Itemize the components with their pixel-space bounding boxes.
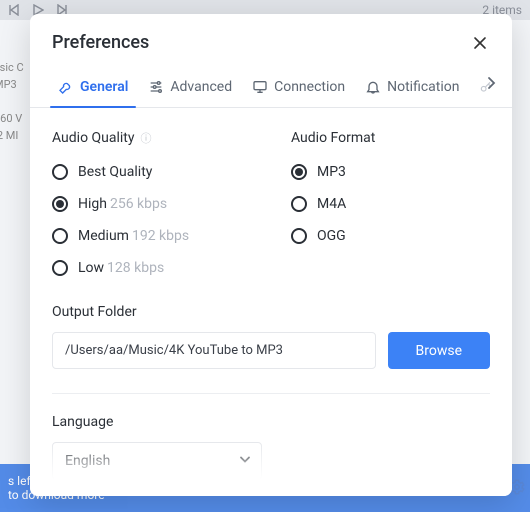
- tab-label: General: [80, 79, 128, 95]
- quality-option-high[interactable]: High256 kbps: [52, 196, 251, 212]
- section-title: Audio Format: [291, 130, 375, 146]
- tab-general[interactable]: General: [48, 71, 138, 107]
- tab-connection[interactable]: Connection: [242, 71, 355, 107]
- radio-sublabel: 192 kbps: [132, 228, 189, 244]
- tab-advanced[interactable]: Advanced: [138, 71, 242, 107]
- divider: [52, 393, 490, 394]
- audio-format-section: Audio Format MP3 M4A OGG: [291, 130, 490, 292]
- radio-label: MP3: [317, 164, 346, 180]
- audio-quality-section: Audio Quality ⓘ Best Quality High256 kbp…: [52, 130, 251, 292]
- modal-body: Audio Quality ⓘ Best Quality High256 kbp…: [30, 108, 512, 496]
- language-select[interactable]: English: [52, 442, 262, 480]
- radio-label: High: [78, 196, 107, 212]
- radio-icon: [52, 164, 68, 180]
- radio-icon: [52, 196, 68, 212]
- preferences-modal: Preferences General Advanced Connection …: [30, 14, 512, 496]
- radio-label: Low: [78, 260, 104, 276]
- bell-icon: [365, 79, 381, 95]
- radio-label: M4A: [317, 196, 346, 212]
- language-title: Language: [52, 414, 490, 430]
- tabs-scroll-right[interactable]: [484, 75, 498, 94]
- close-icon: [473, 36, 487, 50]
- modal-title: Preferences: [52, 32, 149, 53]
- radio-sublabel: 128 kbps: [107, 260, 164, 276]
- radio-icon: [291, 196, 307, 212]
- radio-icon: [52, 228, 68, 244]
- info-icon[interactable]: ⓘ: [141, 130, 152, 146]
- chevron-right-icon: [484, 76, 498, 90]
- radio-icon: [291, 164, 307, 180]
- browse-button[interactable]: Browse: [388, 332, 490, 369]
- radio-sublabel: 256 kbps: [110, 196, 167, 212]
- sliders-icon: [148, 79, 164, 95]
- quality-option-best[interactable]: Best Quality: [52, 164, 251, 180]
- format-option-m4a[interactable]: M4A: [291, 196, 490, 212]
- connection-icon: [252, 79, 268, 95]
- prev-icon: [8, 4, 20, 16]
- radio-icon: [291, 228, 307, 244]
- quality-option-medium[interactable]: Medium192 kbps: [52, 228, 251, 244]
- tab-notification[interactable]: Notification: [355, 71, 469, 107]
- output-folder-input[interactable]: [52, 332, 376, 369]
- radio-label: Best Quality: [78, 164, 152, 180]
- close-button[interactable]: [470, 33, 490, 53]
- radio-icon: [52, 260, 68, 276]
- section-title: Audio Quality: [52, 130, 135, 146]
- quality-option-low[interactable]: Low128 kbps: [52, 260, 251, 276]
- radio-label: OGG: [317, 228, 346, 244]
- radio-label: Medium: [78, 228, 129, 244]
- tab-label: Advanced: [170, 79, 232, 95]
- bg-left-text: ssic C MP3 360 V .2 MI: [0, 60, 28, 144]
- wrench-icon: [58, 79, 74, 95]
- format-option-mp3[interactable]: MP3: [291, 164, 490, 180]
- tab-label: Notification: [387, 79, 459, 95]
- output-folder-title: Output Folder: [52, 304, 490, 320]
- format-option-ogg[interactable]: OGG: [291, 228, 490, 244]
- tab-label: Connection: [274, 79, 345, 95]
- tabs-bar: General Advanced Connection Notification: [30, 61, 512, 108]
